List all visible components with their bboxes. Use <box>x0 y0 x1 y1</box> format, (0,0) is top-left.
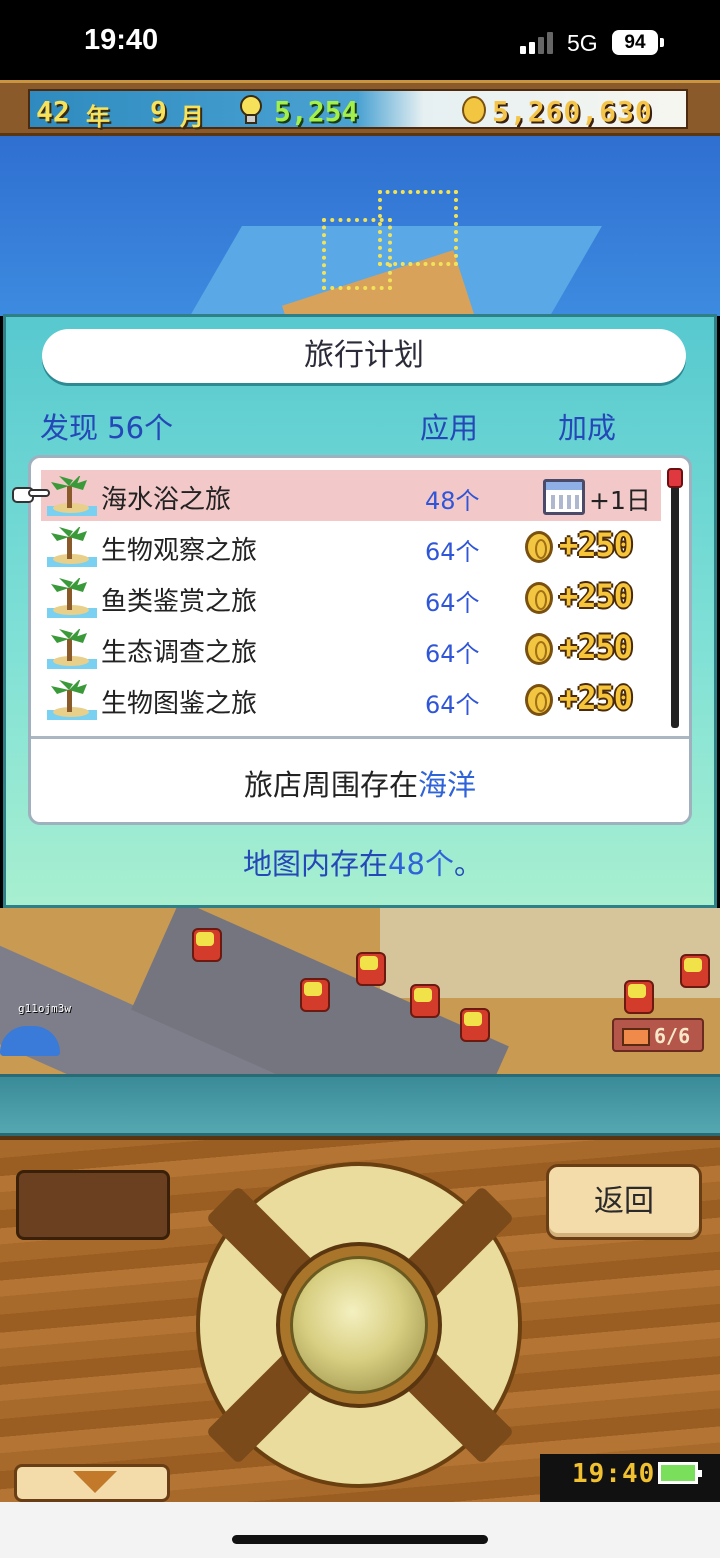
bonus-value: +250 <box>559 526 633 564</box>
condition-highlight: 海洋 <box>418 768 477 802</box>
hand-pointer-icon <box>12 487 50 503</box>
coin-icon <box>525 531 553 563</box>
bonus-value: +250 <box>559 628 633 666</box>
divider <box>31 736 689 739</box>
list-item[interactable]: 生物观察之旅 64个 +250 <box>31 521 671 572</box>
ticket-counter[interactable]: 6/6 <box>612 1018 704 1052</box>
palm-tree-icon <box>47 527 97 567</box>
bonus-cell: +250 <box>525 679 665 719</box>
dialog-title: 旅行计划 <box>42 329 686 383</box>
condition-text: 旅店周围存在海洋 <box>31 762 689 804</box>
condition-prefix: 旅店周围存在 <box>243 768 418 802</box>
decoration <box>624 980 654 1014</box>
travel-name: 鱼类鉴赏之旅 <box>101 587 258 617</box>
palm-tree-icon <box>47 680 97 720</box>
found-count: 发现 56个 <box>40 411 174 445</box>
controller-panel: 返回 <box>0 1136 720 1506</box>
bottom-bar <box>0 1502 720 1558</box>
game-scene-bottom: g11ojm3w 6/6 <box>0 908 720 1074</box>
year-value: 42 <box>36 95 70 128</box>
palm-tree-icon <box>47 629 97 669</box>
palm-tree-icon <box>47 578 97 618</box>
apply-count: 64个 <box>425 538 480 566</box>
ticket-icon <box>622 1028 650 1046</box>
bonus-value: +250 <box>559 577 633 615</box>
confirm-button[interactable] <box>290 1256 428 1394</box>
battery-icon <box>658 1462 702 1484</box>
ideas-count: 5,254 <box>274 95 359 128</box>
coin-icon <box>525 684 553 716</box>
decoration <box>192 928 222 962</box>
bonus-cell: +1日 <box>525 477 665 515</box>
travel-list: 海水浴之旅 48个 +1日 生物观察之旅 64个 +250 鱼类鉴赏之旅 64个… <box>12 470 671 725</box>
status-bar: 19:40 5G 94 <box>0 0 720 80</box>
scrollbar-thumb[interactable] <box>667 468 683 488</box>
money-value: 5,260,630 <box>492 95 653 128</box>
smiley-sign <box>378 190 458 266</box>
month-unit: 月 <box>180 103 204 131</box>
calendar-icon <box>543 479 585 515</box>
map-highlight: 48个 <box>388 847 454 881</box>
travel-plan-dialog: 旅行计划 发现 56个 应用 加成 海水浴之旅 48个 +1日 生物观察之旅 6… <box>3 314 717 908</box>
battery-nub <box>660 38 664 47</box>
travel-name: 生物观察之旅 <box>101 536 258 566</box>
signal-icon <box>520 32 554 54</box>
apply-count: 48个 <box>425 487 480 515</box>
decoration <box>300 978 330 1012</box>
message-bar <box>0 1074 720 1136</box>
coin-icon <box>525 582 553 614</box>
battery-icon: 94 <box>612 30 658 55</box>
back-button[interactable]: 返回 <box>546 1164 702 1240</box>
column-apply-header: 应用 <box>420 411 479 445</box>
bonus-value: +1日 <box>589 486 651 515</box>
player-tag: g11ojm3w <box>18 1002 71 1015</box>
apply-count: 64个 <box>425 589 480 617</box>
home-indicator[interactable] <box>232 1535 488 1544</box>
list-item[interactable]: 鱼类鉴赏之旅 64个 +250 <box>31 572 671 623</box>
apply-count: 64个 <box>425 691 480 719</box>
month-value: 9 <box>150 95 167 128</box>
map-suffix: 。 <box>453 847 483 881</box>
travel-name: 海水浴之旅 <box>101 485 232 515</box>
coin-icon <box>462 96 486 124</box>
network-type: 5G <box>567 30 598 56</box>
bonus-cell: +250 <box>525 577 665 617</box>
scroll-down-button[interactable] <box>14 1464 170 1502</box>
travel-name: 生态调查之旅 <box>101 638 258 668</box>
year-unit: 年 <box>86 103 110 131</box>
list-item[interactable]: 生态调查之旅 64个 +250 <box>31 623 671 674</box>
decoration <box>680 954 710 988</box>
map-prefix: 地图内存在 <box>243 847 389 881</box>
game-hud: 42 年 9 月 5,254 5,260,630 <box>0 80 720 136</box>
travel-list-panel: 海水浴之旅 48个 +1日 生物观察之旅 64个 +250 鱼类鉴赏之旅 64个… <box>12 455 692 825</box>
list-scrollbar[interactable] <box>671 472 679 728</box>
column-bonus-header: 加成 <box>558 411 617 445</box>
bonus-cell: +250 <box>525 526 665 566</box>
menu-button[interactable] <box>16 1170 170 1240</box>
list-item[interactable]: 生物图鉴之旅 64个 +250 <box>31 674 671 725</box>
palm-tree-icon <box>47 476 97 516</box>
decoration <box>460 1008 490 1042</box>
ticket-count: 6/6 <box>654 1024 691 1048</box>
decoration <box>356 952 386 986</box>
bonus-value: +250 <box>559 679 633 717</box>
hud-panel: 42 年 9 月 5,254 5,260,630 <box>28 89 688 131</box>
apply-count: 64个 <box>425 640 480 668</box>
coin-icon <box>525 633 553 665</box>
bonus-cell: +250 <box>525 628 665 668</box>
travel-name: 生物图鉴之旅 <box>101 689 258 719</box>
map-count-text: 地图内存在48个。 <box>6 841 720 883</box>
lightbulb-icon <box>240 95 262 124</box>
decoration <box>410 984 440 1018</box>
list-item[interactable]: 海水浴之旅 48个 +1日 <box>12 470 661 521</box>
status-time: 19:40 <box>84 24 159 56</box>
game-clock: 19:40 <box>572 1459 656 1489</box>
game-scene-top <box>0 136 720 316</box>
